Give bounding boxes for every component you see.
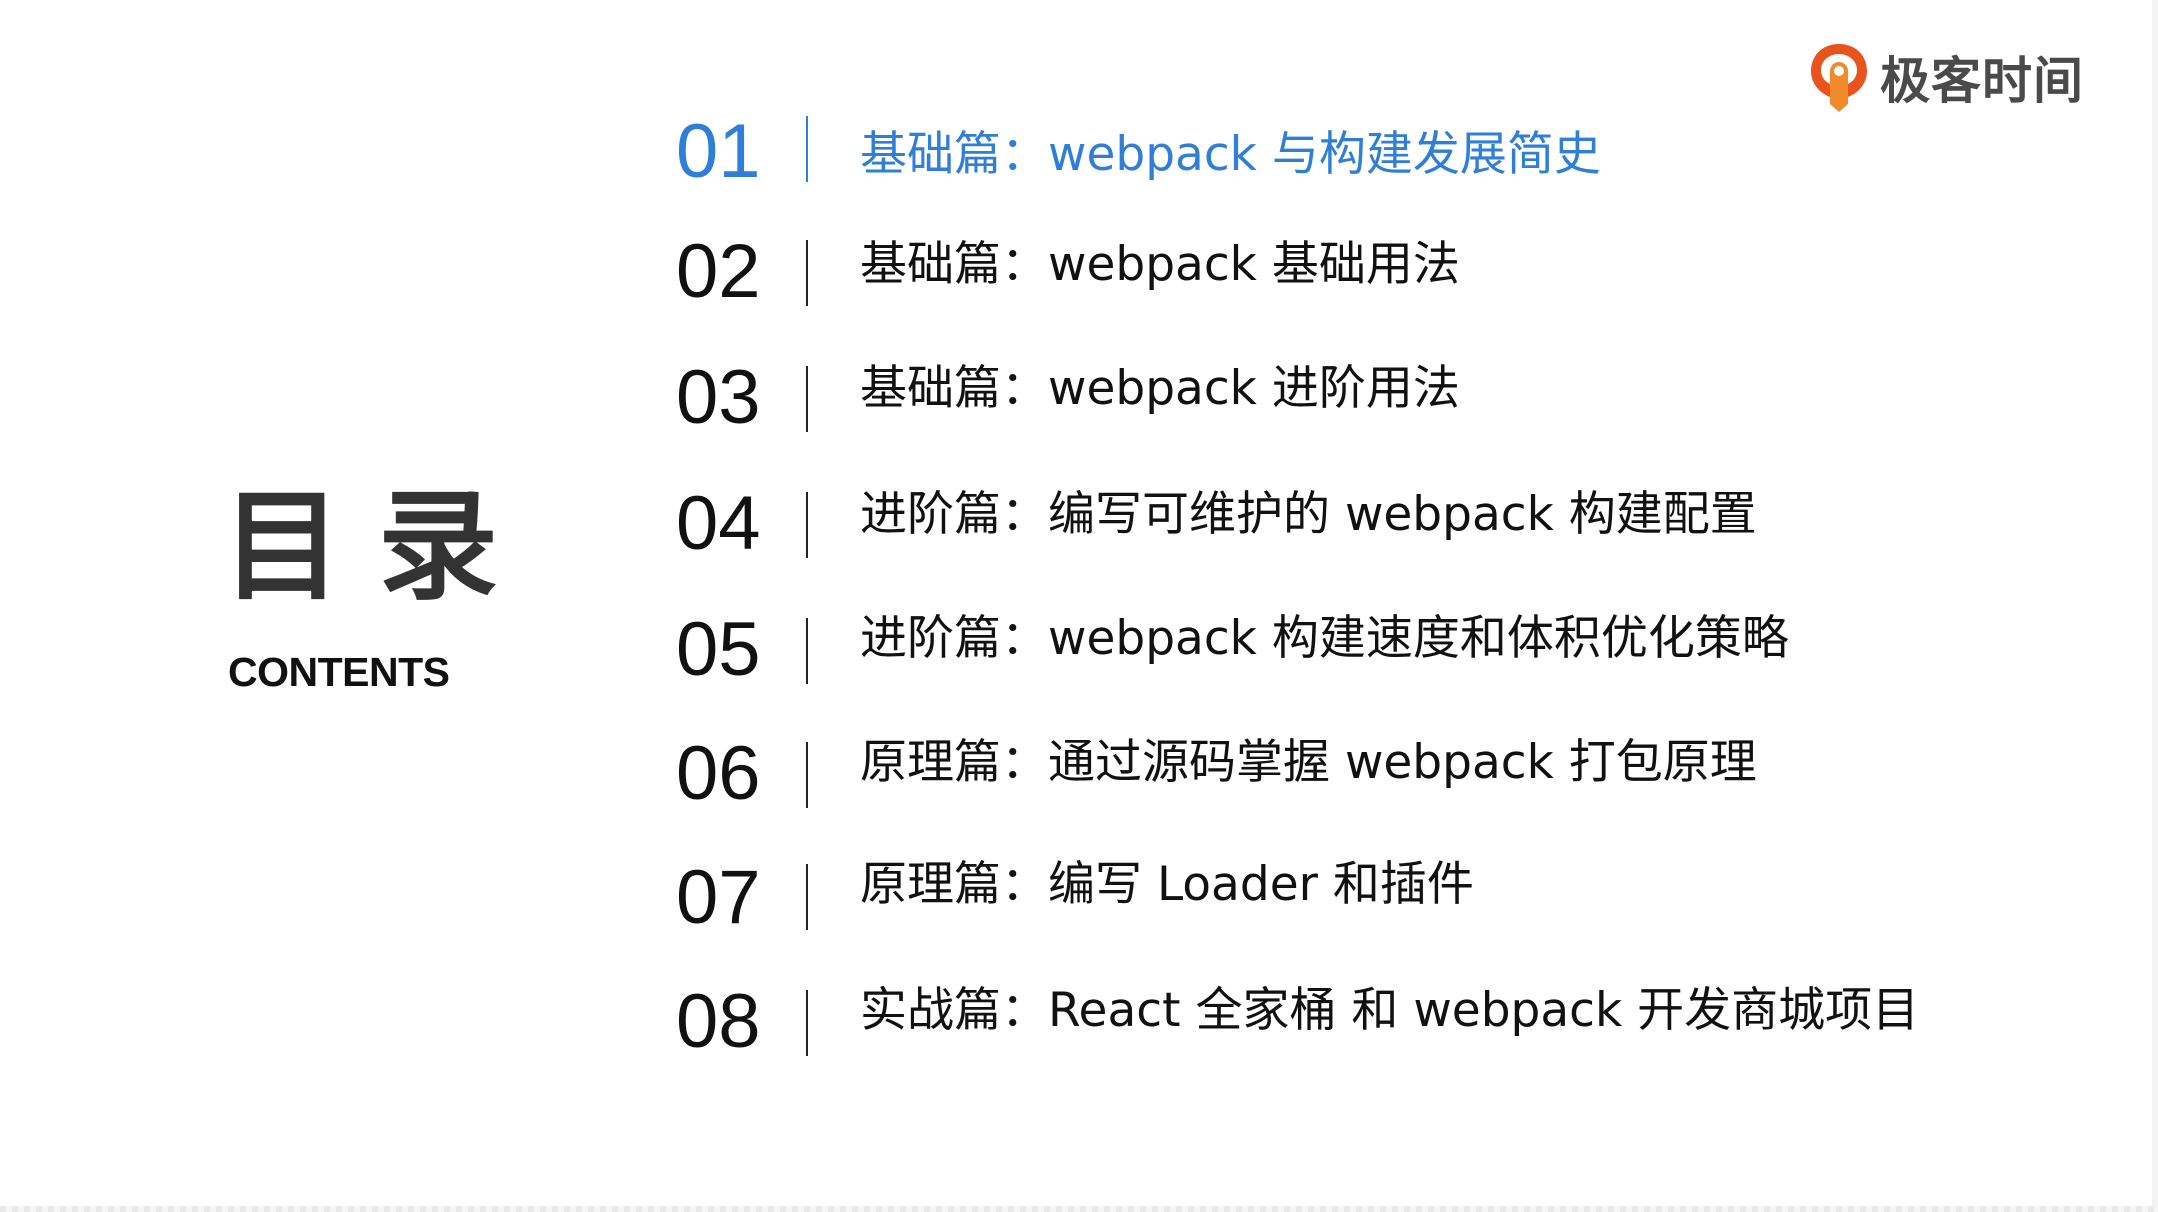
toc-label: 基础篇：webpack 与构建发展简史 <box>860 127 1601 182</box>
toc-number: 04 <box>676 481 761 566</box>
toc-label: 进阶篇：编写可维护的 webpack 构建配置 <box>860 487 1757 542</box>
toc-label: 基础篇：webpack 进阶用法 <box>860 361 1460 416</box>
toc-separator <box>806 492 808 558</box>
toc-item-06[interactable]: 06 原理篇：通过源码掌握 webpack 打包原理 <box>676 734 2116 814</box>
toc-separator <box>806 990 808 1056</box>
toc-label: 原理篇：通过源码掌握 webpack 打包原理 <box>860 735 1757 790</box>
toc-item-05[interactable]: 05 进阶篇：webpack 构建速度和体积优化策略 <box>676 610 2116 690</box>
toc-separator <box>806 864 808 930</box>
toc-label: 原理篇：编写 Loader 和插件 <box>860 857 1474 912</box>
toc-separator <box>806 618 808 684</box>
toc-item-04[interactable]: 04 进阶篇：编写可维护的 webpack 构建配置 <box>676 484 2116 564</box>
toc-item-01[interactable]: 01 基础篇：webpack 与构建发展简史 <box>676 112 2116 192</box>
toc-number: 05 <box>676 607 761 692</box>
toc-number: 03 <box>676 355 761 440</box>
toc-item-03[interactable]: 03 基础篇：webpack 进阶用法 <box>676 358 2116 438</box>
logo: 极客时间 <box>1808 40 2084 114</box>
logo-text: 极客时间 <box>1880 52 2084 110</box>
toc-item-02[interactable]: 02 基础篇：webpack 基础用法 <box>676 232 2116 312</box>
bottom-edge-border <box>0 1206 2158 1212</box>
toc-number: 06 <box>676 731 761 816</box>
toc-separator <box>806 366 808 432</box>
toc-number: 08 <box>676 979 761 1064</box>
toc-separator <box>806 240 808 306</box>
right-edge-border <box>2152 0 2158 1212</box>
toc-number: 07 <box>676 855 761 940</box>
slide: 极客时间 目录 CONTENTS 01 基础篇：webpack 与构建发展简史 … <box>0 0 2158 1212</box>
toc-label: 基础篇：webpack 基础用法 <box>860 237 1460 292</box>
toc-separator <box>806 742 808 808</box>
toc-item-07[interactable]: 07 原理篇：编写 Loader 和插件 <box>676 855 2116 940</box>
toc-label: 进阶篇：webpack 构建速度和体积优化策略 <box>860 611 1789 666</box>
toc-number: 01 <box>676 109 761 194</box>
toc-item-08[interactable]: 08 实战篇：React 全家桶 和 webpack 开发商城项目 <box>676 982 2116 1062</box>
page-subtitle: CONTENTS <box>228 649 450 695</box>
toc-separator <box>806 116 808 182</box>
geekbang-logo-icon <box>1811 44 1867 112</box>
toc-label: 实战篇：React 全家桶 和 webpack 开发商城项目 <box>860 983 1920 1038</box>
toc-number: 02 <box>676 229 761 314</box>
page-title: 目录 <box>222 478 534 617</box>
